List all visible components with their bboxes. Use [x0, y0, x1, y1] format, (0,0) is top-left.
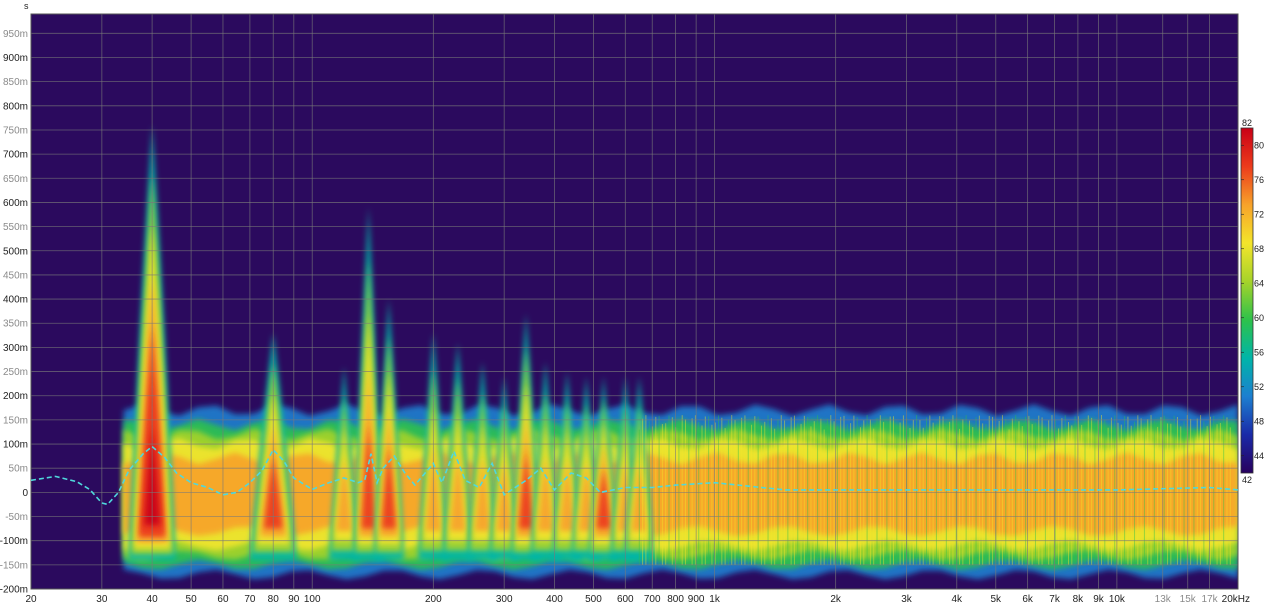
- colorbar-tick-label: 82: [1242, 118, 1252, 128]
- colorbar-tick-label: 80: [1254, 140, 1264, 150]
- x-tick-label: 80: [268, 594, 280, 605]
- y-tick-label: -150m: [0, 560, 28, 571]
- colorbar-tick-label: 60: [1254, 313, 1264, 323]
- y-tick-label: 100m: [3, 440, 28, 451]
- y-tick-label: 350m: [3, 319, 28, 330]
- x-tick-label: 4k: [951, 594, 963, 605]
- x-tick-label: 8k: [1073, 594, 1085, 605]
- y-tick-label: 950m: [3, 29, 28, 40]
- y-tick-label: 750m: [3, 125, 28, 136]
- x-tick-label: 10k: [1109, 594, 1126, 605]
- x-tick-label: 300: [496, 594, 513, 605]
- colorbar: 82 80 76 72 68 64 60 56 52 48 44 42: [1240, 118, 1264, 485]
- colorbar-tick-label: 48: [1254, 416, 1264, 426]
- x-tick-label: 100: [304, 594, 321, 605]
- x-tick-label: 6k: [1022, 594, 1034, 605]
- colorbar-tick-label: 56: [1254, 347, 1264, 357]
- x-tick-label: 15k: [1180, 594, 1197, 605]
- colorbar-tick-label: 76: [1254, 175, 1264, 185]
- y-tick-label: 550m: [3, 222, 28, 233]
- y-tick-label: 50m: [9, 464, 28, 475]
- y-tick-label: 250m: [3, 367, 28, 378]
- y-tick-label: -50m: [5, 512, 28, 523]
- x-tick-label: 700: [644, 594, 661, 605]
- x-tick-label: 2k: [830, 594, 842, 605]
- x-tick-label: 30: [96, 594, 108, 605]
- y-tick-label: 800m: [3, 101, 28, 112]
- y-tick-label: -100m: [0, 536, 28, 547]
- y-tick-label: 850m: [3, 77, 28, 88]
- y-tick-label: 900m: [3, 53, 28, 64]
- x-tick-label: 400: [546, 594, 563, 605]
- y-tick-label: 400m: [3, 295, 28, 306]
- y-tick-label: 200m: [3, 391, 28, 402]
- x-tick-label: 20kHz: [1222, 594, 1250, 605]
- y-tick-label: 650m: [3, 174, 28, 185]
- colorbar-tick-label: 68: [1254, 244, 1264, 254]
- x-tick-label: 70: [244, 594, 256, 605]
- x-tick-label: 40: [147, 594, 159, 605]
- x-tick-label: 9k: [1093, 594, 1105, 605]
- x-tick-label: 600: [617, 594, 634, 605]
- x-tick-label: 50: [186, 594, 198, 605]
- x-tick-label: 5k: [990, 594, 1002, 605]
- x-tick-label: 13k: [1155, 594, 1172, 605]
- y-unit-label: s: [24, 1, 29, 11]
- colorbar-tick-label: 42: [1242, 475, 1252, 485]
- x-tick-label: 7k: [1049, 594, 1061, 605]
- colorbar-tick-label: 72: [1254, 209, 1264, 219]
- y-tick-label: 600m: [3, 198, 28, 209]
- y-tick-label: -200m: [0, 585, 28, 596]
- colorbar-tick-label: 52: [1254, 382, 1264, 392]
- colorbar-tick-label: 44: [1254, 451, 1264, 461]
- y-tick-label: 150m: [3, 415, 28, 426]
- x-tick-label: 17k: [1202, 594, 1219, 605]
- x-tick-label: 3k: [901, 594, 913, 605]
- y-axis: 950m 900m 850m 800m 750m 700m 650m 600m 550m 500m…: [0, 29, 28, 596]
- x-tick-label: 1k: [709, 594, 721, 605]
- y-tick-label: 0: [22, 488, 28, 499]
- y-tick-label: 700m: [3, 150, 28, 161]
- y-tick-label: 300m: [3, 343, 28, 354]
- x-tick-label: 60: [217, 594, 229, 605]
- y-tick-label: 450m: [3, 270, 28, 281]
- x-tick-label: 90: [288, 594, 300, 605]
- x-axis: 20 30 40 50 60 70 80 90 100 200 300 400 500 600 700 800…: [25, 594, 1250, 605]
- colorbar-tick-label: 64: [1254, 278, 1264, 288]
- spectrogram-chart: s 20 30 40 50 60 70 80 90 100 200 300 400 500 600 700 8…: [0, 1, 1264, 605]
- x-tick-label: 800: [667, 594, 684, 605]
- x-tick-label: 900: [688, 594, 705, 605]
- x-tick-label: 20: [25, 594, 37, 605]
- y-tick-label: 500m: [3, 246, 28, 257]
- x-tick-label: 500: [585, 594, 602, 605]
- x-tick-label: 200: [425, 594, 442, 605]
